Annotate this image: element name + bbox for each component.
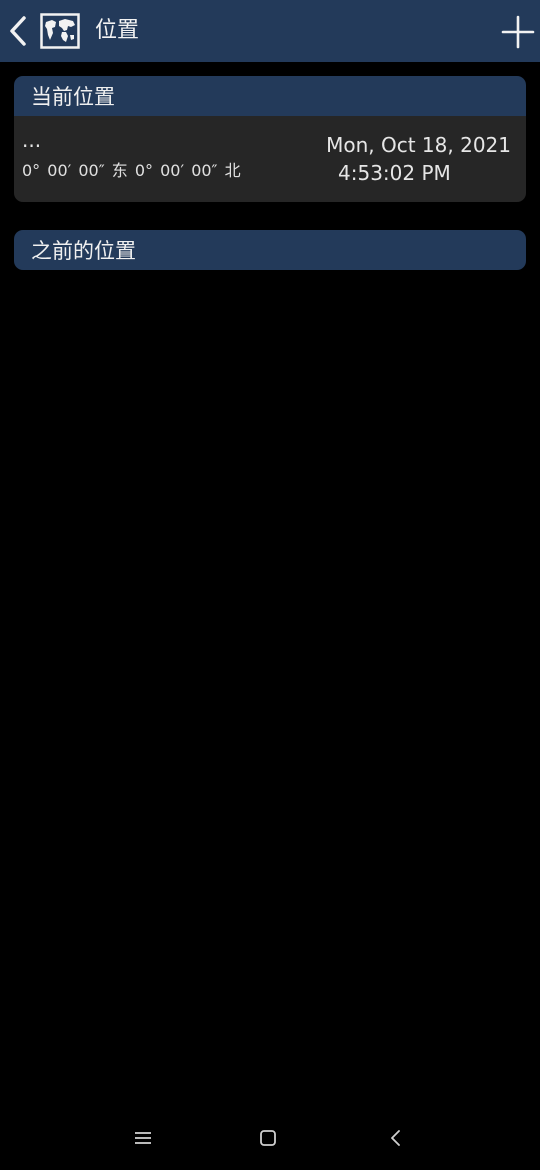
previous-locations-header[interactable]: 之前的位置 xyxy=(14,230,526,270)
app-bar: 位置 xyxy=(0,0,540,62)
system-home-button[interactable] xyxy=(253,1124,283,1152)
add-location-button[interactable] xyxy=(496,10,540,54)
menu-icon xyxy=(135,1132,151,1144)
location-coordinates: 0° 00′ 00″ 东 0° 00′ 00″ 北 xyxy=(22,161,241,180)
location-name: ... xyxy=(22,128,42,152)
current-location-header: 当前位置 xyxy=(14,76,526,116)
page-title: 位置 xyxy=(95,18,140,43)
world-map-icon xyxy=(40,13,80,49)
system-back-button[interactable] xyxy=(381,1124,411,1152)
location-time: 4:53:02 PM xyxy=(338,161,451,185)
chevron-left-icon xyxy=(10,16,26,46)
home-square-icon xyxy=(260,1130,276,1146)
current-location-card[interactable]: ... 0° 00′ 00″ 东 0° 00′ 00″ 北 Mon, Oct 1… xyxy=(14,116,526,202)
back-button[interactable] xyxy=(2,10,34,52)
back-chevron-icon xyxy=(391,1130,400,1146)
location-date: Mon, Oct 18, 2021 xyxy=(326,133,511,157)
system-menu-button[interactable] xyxy=(128,1124,158,1152)
plus-icon xyxy=(501,15,535,49)
